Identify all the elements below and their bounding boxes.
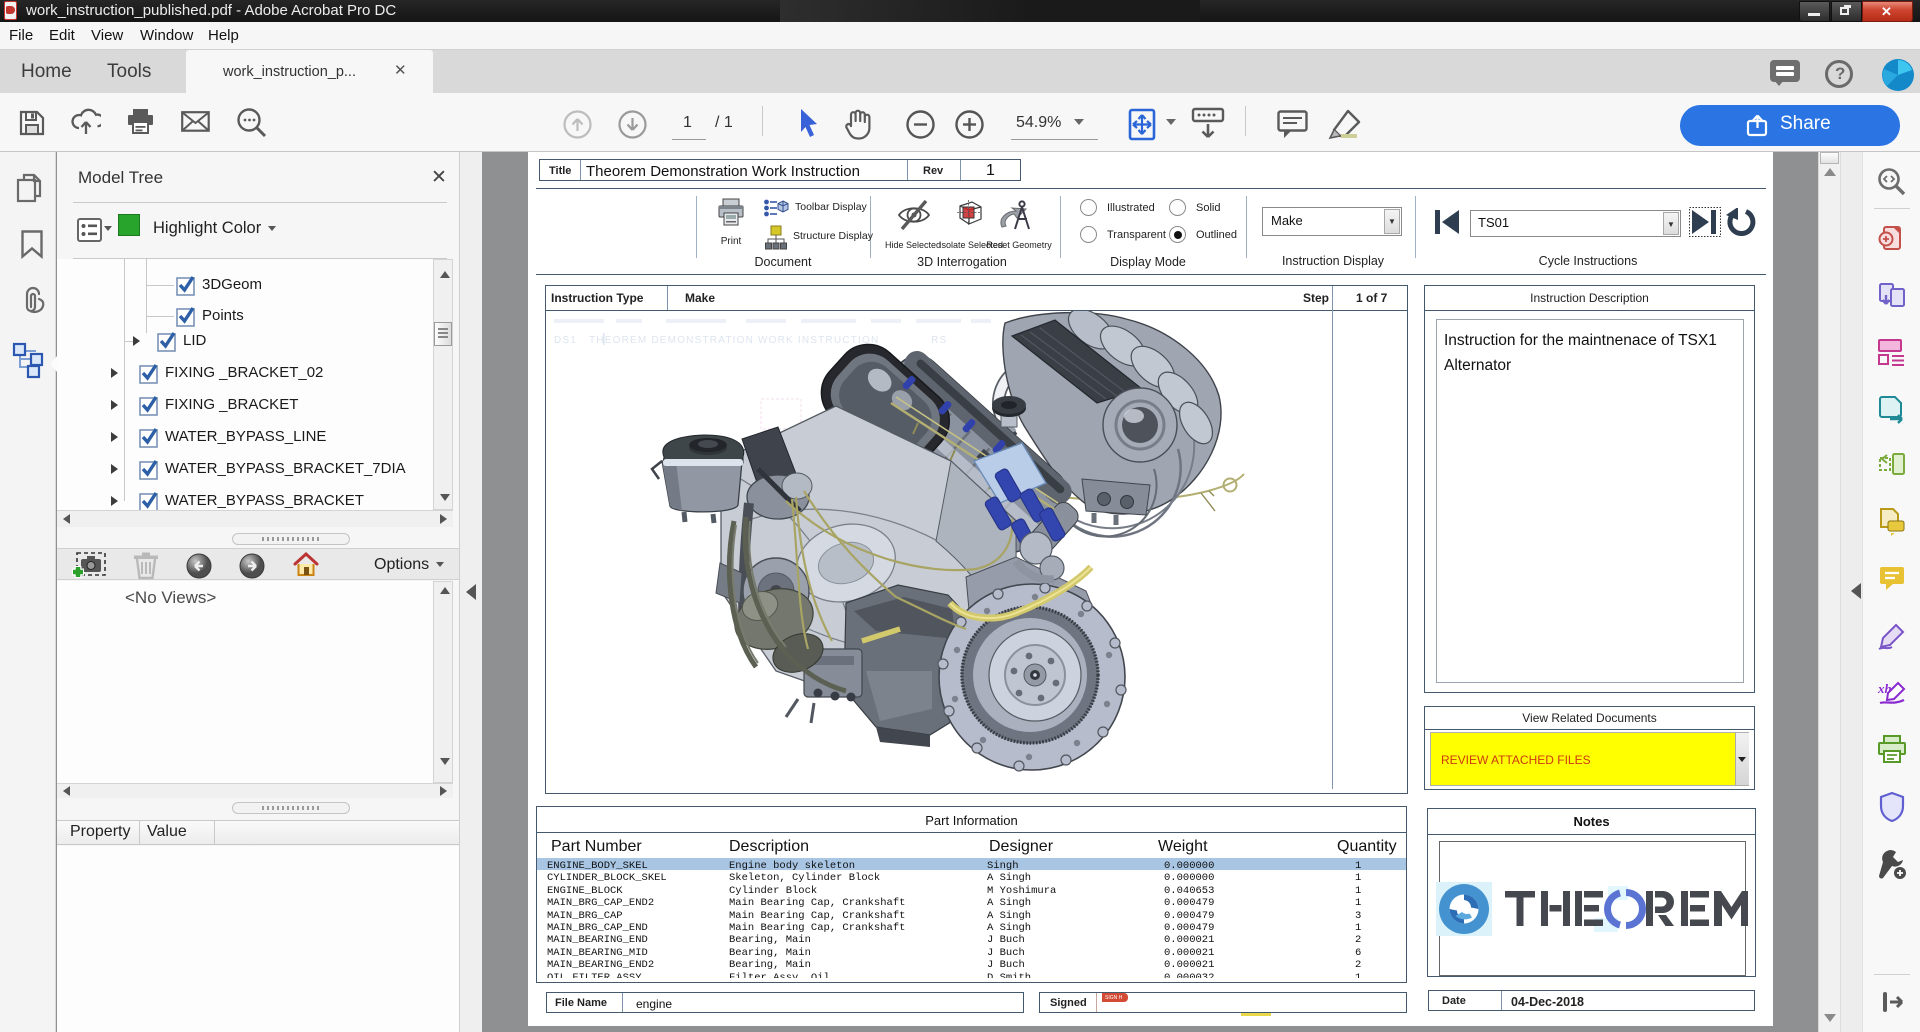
svg-text:DS1 THEOREM DEMONSTRATION WO: DS1 THEOREM DEMONSTRATION WORK INSTRUCTI… — [554, 335, 947, 346]
